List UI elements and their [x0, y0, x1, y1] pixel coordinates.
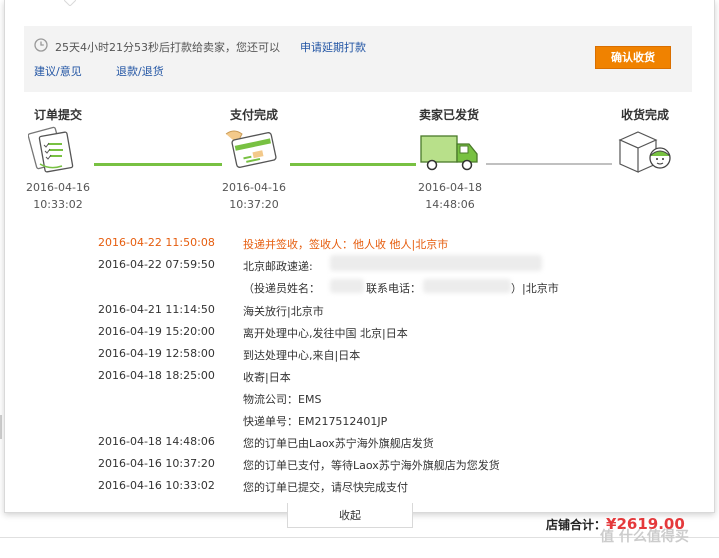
- progress-bar-1: [94, 163, 222, 166]
- page-edge-divider: [0, 415, 2, 439]
- log-time: 2016-04-19 15:20:00: [98, 325, 215, 338]
- step-clock: 10:37:20: [229, 198, 279, 211]
- order-document-icon: [28, 126, 74, 173]
- log-text: 到达处理中心,来自|日本: [243, 349, 361, 362]
- step-title-payment-done: 支付完成: [229, 108, 279, 122]
- log-text-city: ）|北京市: [511, 282, 559, 295]
- watermark: 值 什么值得买: [600, 529, 689, 545]
- log-text: （投递员姓名：: [243, 282, 320, 295]
- log-time: 2016-04-21 11:14:50: [98, 303, 215, 316]
- log-text-phone-label: 联系电话：: [366, 282, 421, 295]
- suggestion-link[interactable]: 建议/意见: [34, 63, 82, 79]
- log-text: 您的订单已由Laox苏宁海外旗舰店发货: [243, 437, 434, 450]
- step-time-payment-done: 2016-04-16 10:37:20: [214, 179, 294, 213]
- log-time: 2016-04-22 11:50:08: [98, 236, 215, 249]
- step-time-order-submitted: 2016-04-16 10:33:02: [18, 179, 98, 213]
- refund-link[interactable]: 退款/退货: [116, 63, 164, 79]
- collapse-button[interactable]: 收起: [287, 503, 413, 528]
- log-text: 您的订单已支付，等待Laox苏宁海外旗舰店为您发货: [243, 459, 500, 472]
- delivery-truck-icon: [420, 135, 478, 171]
- confirm-receipt-button[interactable]: 确认收货: [595, 46, 671, 69]
- progress-bar-3: [486, 163, 612, 165]
- step-title-received: 收货完成: [620, 108, 670, 122]
- countdown-text: 25天4小时21分53秒后打款给卖家，您还可以: [55, 41, 280, 54]
- log-text: 物流公司：EMS: [243, 393, 322, 406]
- log-time: 2016-04-19 12:58:00: [98, 347, 215, 360]
- log-time: 2016-04-18 14:48:06: [98, 435, 215, 448]
- log-time: 2016-04-22 07:59:50: [98, 258, 215, 271]
- redacted-name: [330, 279, 364, 293]
- clock-icon: [34, 38, 48, 52]
- step-date: 2016-04-16: [26, 181, 90, 194]
- redacted-phone: [423, 279, 511, 293]
- popup-pointer: [64, 0, 76, 6]
- progress-bar-2: [290, 163, 416, 166]
- payment-card-icon: [225, 130, 277, 168]
- step-time-shipped: 2016-04-18 14:48:06: [410, 179, 490, 213]
- step-title-order-submitted: 订单提交: [33, 108, 83, 122]
- log-text: 您的订单已提交，请尽快完成支付: [243, 481, 408, 494]
- extend-payment-link[interactable]: 申请延期打款: [300, 39, 366, 55]
- redacted-info: [330, 255, 542, 271]
- step-clock: 14:48:06: [425, 198, 475, 211]
- log-text: 快递单号：EM217512401JP: [243, 415, 388, 428]
- log-time: 2016-04-16 10:37:20: [98, 457, 215, 470]
- log-text: 离开处理中心,发往中国 北京|日本: [243, 327, 408, 340]
- step-date: 2016-04-16: [222, 181, 286, 194]
- total-label: 店铺合计：: [546, 518, 607, 532]
- package-received-icon: [618, 131, 671, 173]
- log-text: 北京邮政速递:: [243, 260, 313, 273]
- log-text: 海关放行|北京市: [243, 305, 324, 318]
- log-text: 收寄|日本: [243, 371, 291, 384]
- log-text: 投递并签收，签收人：他人收 他人|北京市: [243, 238, 449, 251]
- log-time: 2016-04-18 18:25:00: [98, 369, 215, 382]
- payment-countdown-banner: 25天4小时21分53秒后打款给卖家，您还可以 申请延期打款 建议/意见 退款/…: [24, 26, 692, 92]
- step-clock: 10:33:02: [33, 198, 83, 211]
- log-time: 2016-04-16 10:33:02: [98, 479, 215, 492]
- step-date: 2016-04-18: [418, 181, 482, 194]
- step-title-shipped: 卖家已发货: [418, 108, 480, 122]
